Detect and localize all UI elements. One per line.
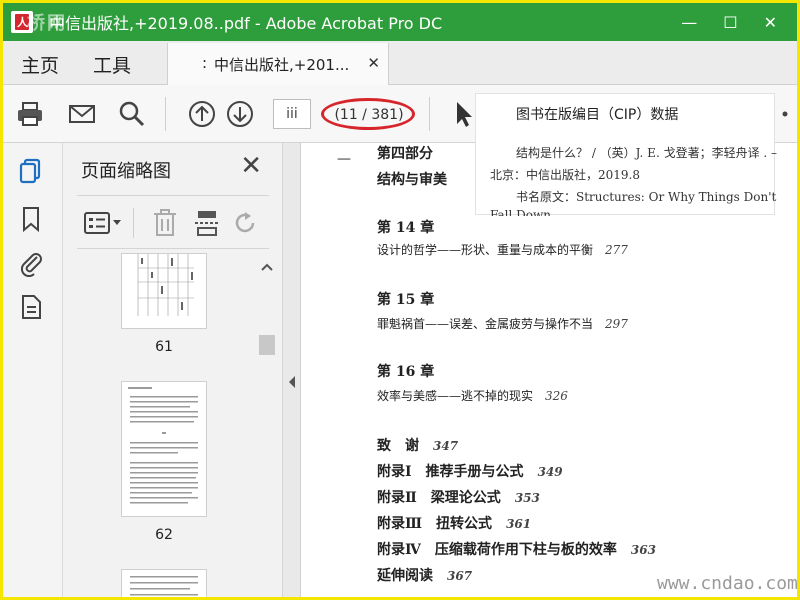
extract-page-icon[interactable]: [193, 208, 221, 238]
toc-entry-title[interactable]: 效率与美感——逃不掉的现实 326: [377, 387, 568, 404]
toc-page-number: 353: [514, 491, 540, 505]
attachment-icon[interactable]: [17, 249, 45, 277]
toc-chapter: 第 14 章: [377, 220, 435, 236]
window-title: 中信出版社,+2019.08..pdf - Adobe Acrobat Pro …: [49, 14, 443, 33]
maximize-button[interactable]: ☐: [723, 13, 737, 32]
cip-title: 图书在版编目（CIP）数据: [516, 107, 679, 123]
panel-close-button[interactable]: ✕: [240, 151, 262, 181]
more-tools-icon[interactable]: [779, 99, 791, 129]
window-frame: 人 桥网 中信出版社,+2019.08..pdf - Adobe Acrobat…: [0, 0, 800, 600]
toc-back-entry[interactable]: 附录Ⅲ 扭转公式 361: [377, 513, 531, 533]
toc-back-entry[interactable]: 延伸阅读 367: [377, 565, 472, 585]
thumbnail-text-preview: [128, 387, 198, 504]
thumbnails-panel: 页面缩略图 ✕ 61 62: [63, 143, 283, 597]
toc-chapter: 第 15 章: [377, 292, 435, 308]
toc-entry-title[interactable]: 设计的哲学——形状、重量与成本的平衡 277: [377, 241, 628, 258]
panel-toolbar: [77, 195, 269, 249]
panel-separator: [133, 208, 134, 238]
panel-title: 页面缩略图: [81, 161, 171, 182]
highlight-oval: [321, 98, 415, 130]
toc-back-entry[interactable]: 附录Ⅱ 梁理论公式 353: [377, 487, 540, 507]
navigation-rail: [3, 143, 63, 597]
cip-line: 书名原文：Structures: Or Why Things Don't: [516, 190, 777, 204]
toc-back-entry[interactable]: 致 谢 347: [377, 435, 458, 455]
toc-page-number: 363: [630, 543, 656, 557]
toc-page-number: 367: [447, 569, 473, 583]
options-menu-icon[interactable]: [83, 210, 123, 236]
toc-part-title: 结构与审美: [377, 172, 447, 188]
page-up-icon[interactable]: [187, 99, 217, 129]
thumbnail-label-61: 61: [155, 339, 173, 355]
panel-splitter[interactable]: [283, 143, 301, 597]
toc-back-entry[interactable]: 附录Ⅰ 推荐手册与公式 349: [377, 461, 563, 481]
toc-page-number: 326: [545, 389, 568, 403]
toc-back-entry[interactable]: 附录Ⅳ 压缩载荷作用下柱与板的效率 363: [377, 539, 656, 559]
toc-page-number: 361: [506, 517, 532, 531]
site-watermark: www.cndao.com: [657, 573, 798, 594]
toc-entry-title[interactable]: 罪魁祸首——误差、金属疲劳与操作不当 297: [377, 315, 628, 332]
thumbnail-label-62: 62: [155, 527, 173, 543]
toc-page-number: 347: [433, 439, 459, 453]
cip-overlay: 图书在版编目（CIP）数据 结构是什么？ / （英）J. E. 戈登著；李轻舟译…: [475, 93, 778, 216]
page-thumbnail-next[interactable]: [121, 569, 207, 597]
title-bar: 人 桥网 中信出版社,+2019.08..pdf - Adobe Acrobat…: [3, 3, 797, 41]
watermark-text: 桥网: [27, 13, 67, 34]
page-number-input[interactable]: iii: [273, 99, 311, 129]
cip-line: 结构是什么？ / （英）J. E. 戈登著；李轻舟译 . –: [516, 146, 778, 160]
document-properties-icon[interactable]: [17, 293, 45, 321]
close-window-button[interactable]: ✕: [764, 13, 777, 32]
tab-label: 中信出版社,+201...: [214, 55, 350, 74]
collapse-arrow-icon[interactable]: [287, 375, 297, 389]
menu-home[interactable]: 主页: [21, 51, 59, 78]
toc-part: 第四部分: [377, 146, 433, 162]
toc-page-number: 297: [605, 317, 628, 331]
bookmark-icon[interactable]: [17, 205, 45, 233]
toolbar-separator: [165, 97, 166, 131]
window-controls: — ☐ ✕: [681, 3, 791, 41]
print-icon[interactable]: [15, 99, 45, 129]
page-thumbnails-icon[interactable]: [17, 157, 45, 185]
page-down-icon[interactable]: [225, 99, 255, 129]
mail-icon[interactable]: [67, 99, 97, 129]
minimize-button[interactable]: —: [681, 13, 697, 32]
scrollbar-thumb[interactable]: [259, 335, 275, 355]
thumbnail-scrollbar[interactable]: [259, 259, 275, 597]
menu-tools[interactable]: 工具: [93, 51, 131, 78]
page-thumbnail-61[interactable]: [121, 253, 207, 329]
toc-chapter: 第 16 章: [377, 364, 435, 380]
scroll-up-icon[interactable]: [259, 260, 275, 274]
toc-page-number: 349: [537, 465, 563, 479]
tab-colon: :: [202, 54, 208, 72]
document-tab[interactable]: : 中信出版社,+201... ✕: [167, 43, 389, 85]
toolbar-separator: [429, 97, 430, 131]
thumbnail-list: 61 62: [63, 253, 281, 597]
toc-page-number: 277: [605, 243, 628, 257]
search-icon[interactable]: [117, 99, 147, 129]
tab-close-button[interactable]: ✕: [367, 54, 380, 72]
thumbnail-table-preview: [137, 254, 194, 316]
cip-line: 北京：中信出版社，2019.8: [490, 168, 640, 182]
menu-bar: 主页 工具 : 中信出版社,+201... ✕: [3, 41, 797, 85]
page-thumbnail-62[interactable]: [121, 381, 207, 517]
delete-page-icon[interactable]: [151, 208, 179, 238]
part-dash: —: [337, 151, 351, 167]
cip-line: Fall Down: [490, 208, 552, 216]
thumbnail-text-preview: [130, 576, 198, 596]
rotate-page-icon[interactable]: [231, 208, 261, 238]
